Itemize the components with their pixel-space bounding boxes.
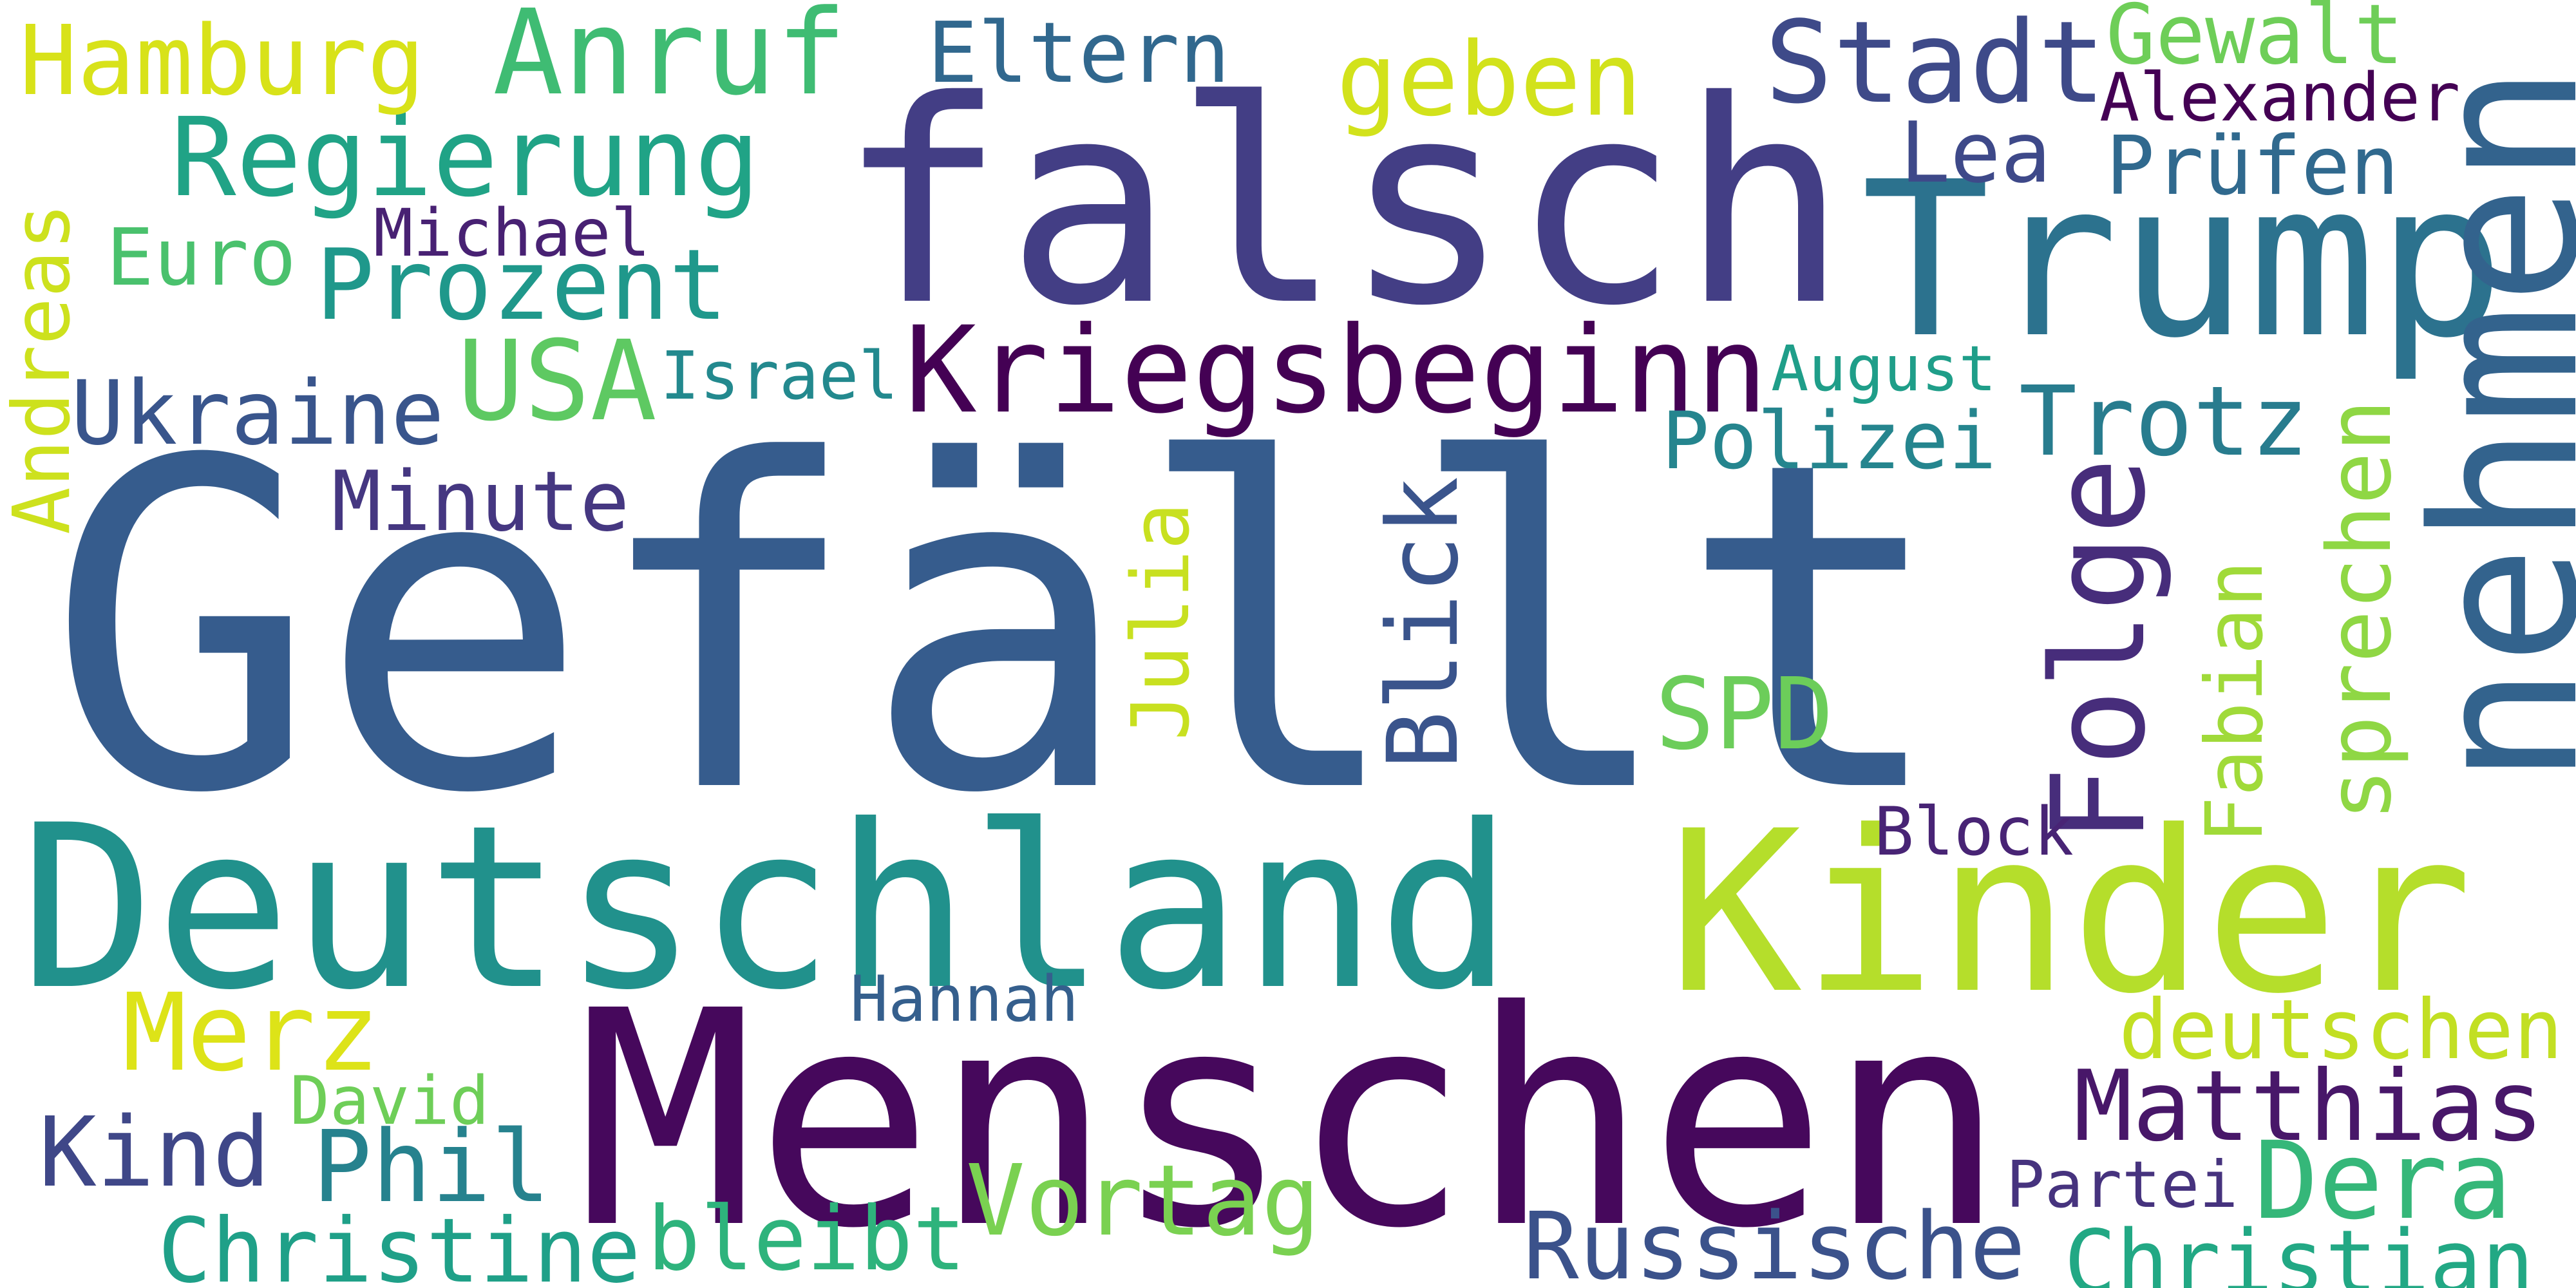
word-deutschen: deutschen bbox=[2119, 983, 2563, 1078]
word-regierung: Regierung bbox=[171, 94, 761, 221]
word-nehmen: nehmen bbox=[2391, 64, 2576, 786]
word-julia: Julia bbox=[1115, 502, 1207, 741]
word-fabian: Fabian bbox=[2189, 560, 2280, 844]
word-geben: geben bbox=[1336, 21, 1643, 139]
word-gewalt: Gewalt bbox=[2106, 0, 2404, 83]
word-bleibt: bleibt bbox=[647, 1188, 966, 1288]
word-usa: USA bbox=[457, 317, 657, 446]
word-michael: Michael bbox=[374, 195, 650, 272]
word-eltern: Eltern bbox=[927, 4, 1230, 102]
word-polizei: Polizei bbox=[1662, 395, 1997, 488]
word-christian: Christian bbox=[2064, 1211, 2534, 1288]
word-august: August bbox=[1771, 332, 1996, 405]
word-blick: Blick bbox=[1367, 476, 1480, 770]
word-minute: Minute bbox=[332, 454, 630, 550]
word-trotz: Trotz bbox=[2019, 366, 2309, 478]
word-lea: Lea bbox=[1900, 104, 2051, 202]
word-sprechen: sprechen bbox=[2309, 399, 2411, 821]
word-hamburg: Hamburg bbox=[19, 5, 426, 117]
word-anruf: Anruf bbox=[493, 0, 847, 122]
word-andreas: Andreas bbox=[0, 203, 88, 535]
word-christine: Christine bbox=[158, 1199, 641, 1288]
word-david: David bbox=[290, 1063, 490, 1140]
word-kind: Kind bbox=[39, 1097, 271, 1209]
word-hannah: Hannah bbox=[850, 963, 1079, 1036]
word-stadt: Stadt bbox=[1765, 0, 2107, 129]
word-vortag: Vortag bbox=[966, 1144, 1321, 1258]
word-kriegsbeginn: Kriegsbeginn bbox=[905, 301, 1768, 440]
word-russische: Russische bbox=[1523, 1192, 2026, 1288]
word-alexander: Alexander bbox=[2099, 59, 2461, 137]
word-euro: Euro bbox=[106, 211, 297, 303]
word-israel: Israel bbox=[660, 338, 898, 415]
word-pruefen: Prüfen bbox=[2106, 118, 2400, 213]
word-spd: SPD bbox=[1655, 657, 1834, 772]
word-cloud: Gefällt Menschen falsch Deutschland Kind… bbox=[0, 0, 2576, 1288]
word-partei: Partei bbox=[2006, 1147, 2239, 1222]
word-folge: Folge bbox=[2025, 457, 2174, 844]
word-block: Block bbox=[1874, 793, 2074, 871]
word-ukraine: Ukraine bbox=[71, 362, 444, 465]
